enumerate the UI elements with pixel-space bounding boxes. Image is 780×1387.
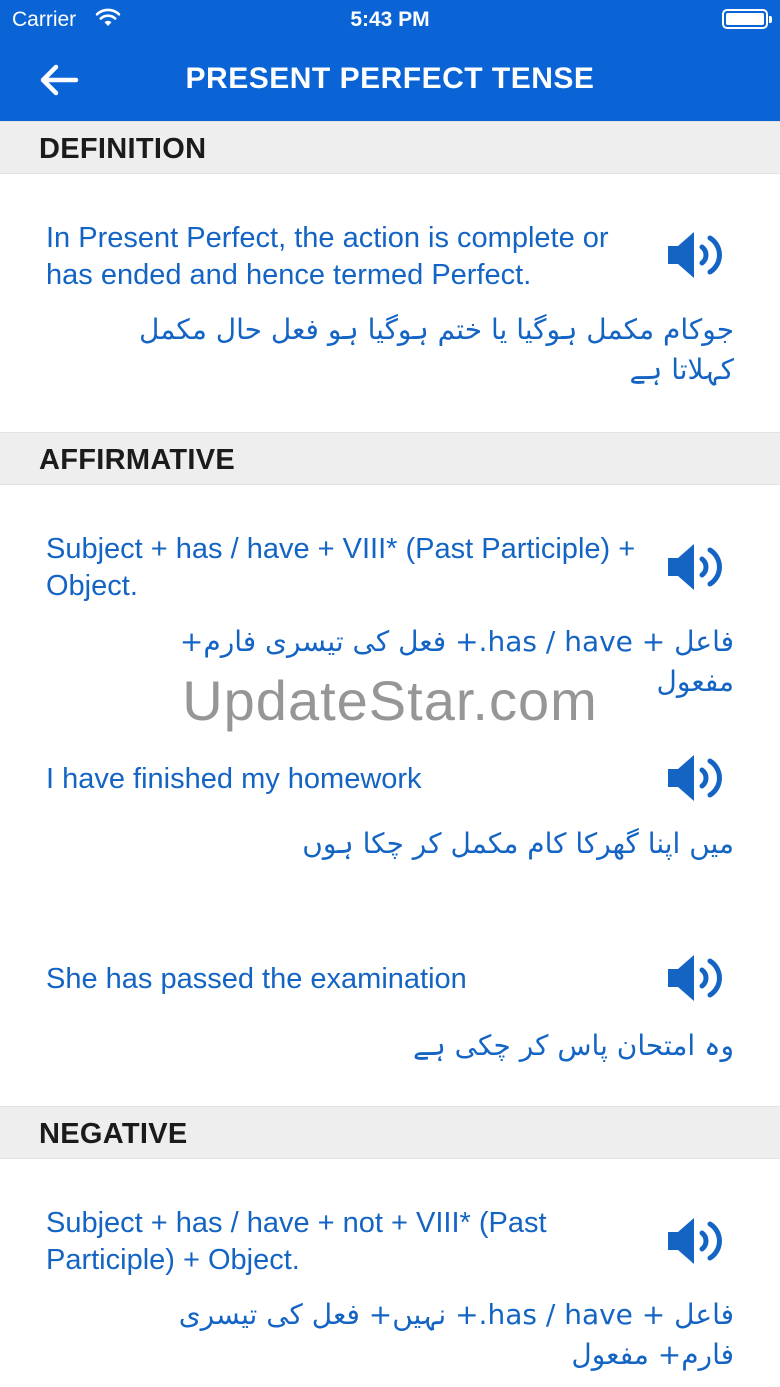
speaker-icon[interactable] [666, 540, 726, 594]
section-title: DEFINITION [39, 133, 207, 165]
definition-english-text: In Present Perfect, the action is comple… [46, 222, 609, 291]
section-title: AFFIRMATIVE [39, 444, 236, 476]
speaker-icon[interactable] [666, 951, 726, 1005]
speaker-icon[interactable] [666, 1214, 726, 1268]
section-header-definition: DEFINITION [0, 121, 780, 174]
top-bar: Carrier 5:43 PM PRESENT PERFECT TENSE [0, 0, 780, 121]
speaker-icon[interactable] [666, 751, 726, 805]
section-header-affirmative: AFFIRMATIVE [0, 432, 780, 485]
page-title: PRESENT PERFECT TENSE [185, 62, 595, 95]
status-bar: Carrier 5:43 PM [0, 0, 780, 40]
watermark: UpdateStar.com [182, 669, 598, 732]
affirmative-example1-urdu: میں اپنا گھرکا کام مکمل کر چکا ہوں [302, 827, 734, 860]
speaker-icon[interactable] [666, 228, 726, 282]
status-time: 5:43 PM [350, 8, 430, 31]
affirmative-example1-english: I have finished my homework [46, 763, 422, 795]
affirmative-example2-english: She has passed the examination [46, 963, 467, 995]
negative-rule-urdu: فاعل + has / have.+ نہیں+ فعل کی تیسری ف… [178, 1298, 734, 1371]
section-title: NEGATIVE [39, 1118, 188, 1150]
definition-urdu-text: جوکام مکمل ہوگیا یا ختم ہوگیا ہو فعل حال… [138, 313, 734, 386]
battery-icon [722, 9, 772, 29]
affirmative-example2-urdu: وہ امتحان پاس کر چکی ہے [412, 1029, 734, 1062]
affirmative-rule-english: Subject + has / have + VIII* (Past Parti… [46, 533, 636, 602]
negative-rule-english: Subject + has / have + not + VIII* (Past… [46, 1207, 547, 1276]
section-header-negative: NEGATIVE [0, 1106, 780, 1159]
navigation-bar: PRESENT PERFECT TENSE [0, 40, 780, 121]
